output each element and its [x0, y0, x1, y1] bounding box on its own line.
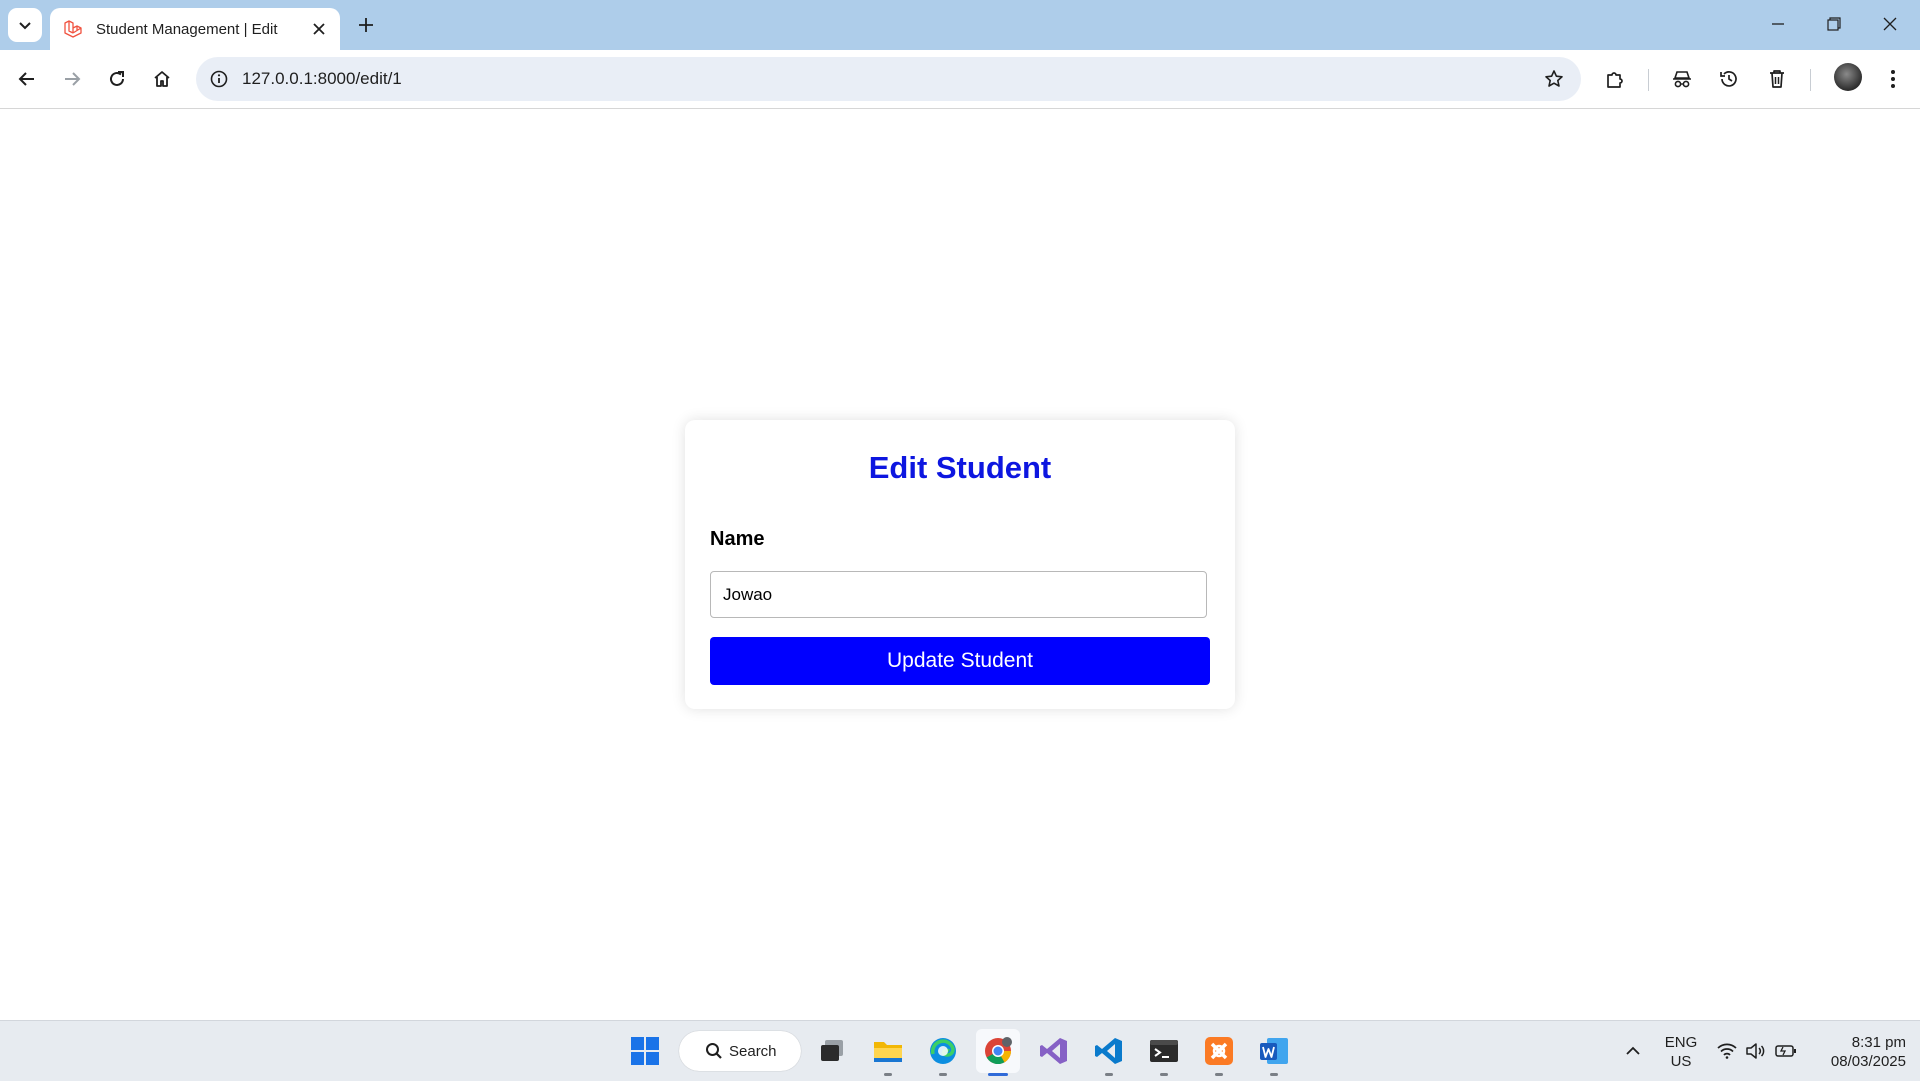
restore-icon[interactable]: [1806, 0, 1862, 48]
task-view-icon[interactable]: [810, 1029, 854, 1073]
bookmark-star-icon[interactable]: [1539, 64, 1569, 94]
url-text[interactable]: 127.0.0.1:8000/edit/1: [242, 69, 402, 89]
tab-search-button[interactable]: [8, 8, 42, 42]
clock-time: 8:31 pm: [1851, 1034, 1906, 1051]
profile-avatar[interactable]: [1834, 63, 1862, 91]
new-tab-plus-icon[interactable]: [352, 11, 380, 39]
laravel-favicon-icon: [62, 18, 84, 40]
volume-icon[interactable]: [1740, 1029, 1770, 1073]
name-label: Name: [710, 528, 765, 550]
trash-icon[interactable]: [1760, 62, 1794, 96]
tab-title: Student Management | Edit: [96, 20, 278, 38]
incognito-icon[interactable]: [1665, 62, 1699, 96]
chrome-icon[interactable]: [976, 1029, 1020, 1076]
browser-toolbar: 127.0.0.1:8000/edit/1: [0, 50, 1920, 109]
clock-date: 08/03/2025: [1830, 1053, 1906, 1070]
back-arrow-icon[interactable]: [10, 62, 44, 96]
active-indicator: [988, 1073, 1008, 1076]
page-title: Edit Student: [868, 450, 1052, 485]
tab-strip: Student Management | Edit: [0, 0, 1920, 50]
xampp-icon[interactable]: [1197, 1029, 1241, 1076]
forward-arrow-icon[interactable]: [55, 62, 89, 96]
browser-tab-active[interactable]: Student Management | Edit: [50, 8, 340, 50]
language-indicator[interactable]: ENG US: [1660, 1033, 1702, 1071]
wifi-icon[interactable]: [1712, 1029, 1742, 1073]
language-code: ENG: [1664, 1034, 1698, 1051]
file-explorer-icon[interactable]: [866, 1029, 910, 1076]
chevron-down-icon: [19, 22, 31, 30]
search-label: Search: [729, 1042, 777, 1060]
site-info-icon[interactable]: [204, 64, 234, 94]
word-icon[interactable]: [1252, 1029, 1296, 1076]
extensions-puzzle-icon[interactable]: [1598, 62, 1632, 96]
keyboard-region: US: [1670, 1053, 1692, 1070]
history-icon[interactable]: [1712, 62, 1746, 96]
search-icon: [705, 1041, 725, 1061]
toolbar-divider: [1810, 69, 1811, 91]
running-indicator: [884, 1073, 892, 1076]
running-indicator: [1270, 1073, 1278, 1076]
menu-kebab-icon[interactable]: [1876, 62, 1910, 96]
start-icon[interactable]: [623, 1029, 667, 1073]
visual-studio-icon[interactable]: [1032, 1029, 1076, 1073]
chevron-up-icon[interactable]: [1610, 1029, 1656, 1073]
address-bar[interactable]: 127.0.0.1:8000/edit/1: [196, 57, 1581, 101]
update-student-button[interactable]: Update Student: [710, 637, 1210, 685]
running-indicator: [1215, 1073, 1223, 1076]
edge-icon[interactable]: [921, 1029, 965, 1076]
name-input[interactable]: [710, 571, 1207, 618]
vscode-icon[interactable]: [1087, 1029, 1131, 1076]
running-indicator: [1160, 1073, 1168, 1076]
running-indicator: [939, 1073, 947, 1076]
close-window-icon[interactable]: [1862, 0, 1918, 48]
toolbar-divider: [1648, 69, 1649, 91]
minimize-icon[interactable]: [1750, 0, 1806, 48]
tab-close-icon[interactable]: [306, 16, 332, 42]
taskbar: Search ENG US 8:31 pm 08/03/2025: [0, 1020, 1920, 1081]
taskbar-search[interactable]: Search: [679, 1031, 801, 1071]
edit-student-card: Edit Student Name Update Student: [685, 420, 1235, 709]
terminal-icon[interactable]: [1142, 1029, 1186, 1076]
clock[interactable]: 8:31 pm 08/03/2025: [1810, 1033, 1906, 1071]
battery-icon[interactable]: [1769, 1029, 1803, 1073]
home-icon[interactable]: [145, 62, 179, 96]
running-indicator: [1105, 1073, 1113, 1076]
page-content: Edit Student Name Update Student: [0, 109, 1920, 1020]
reload-icon[interactable]: [100, 62, 134, 96]
